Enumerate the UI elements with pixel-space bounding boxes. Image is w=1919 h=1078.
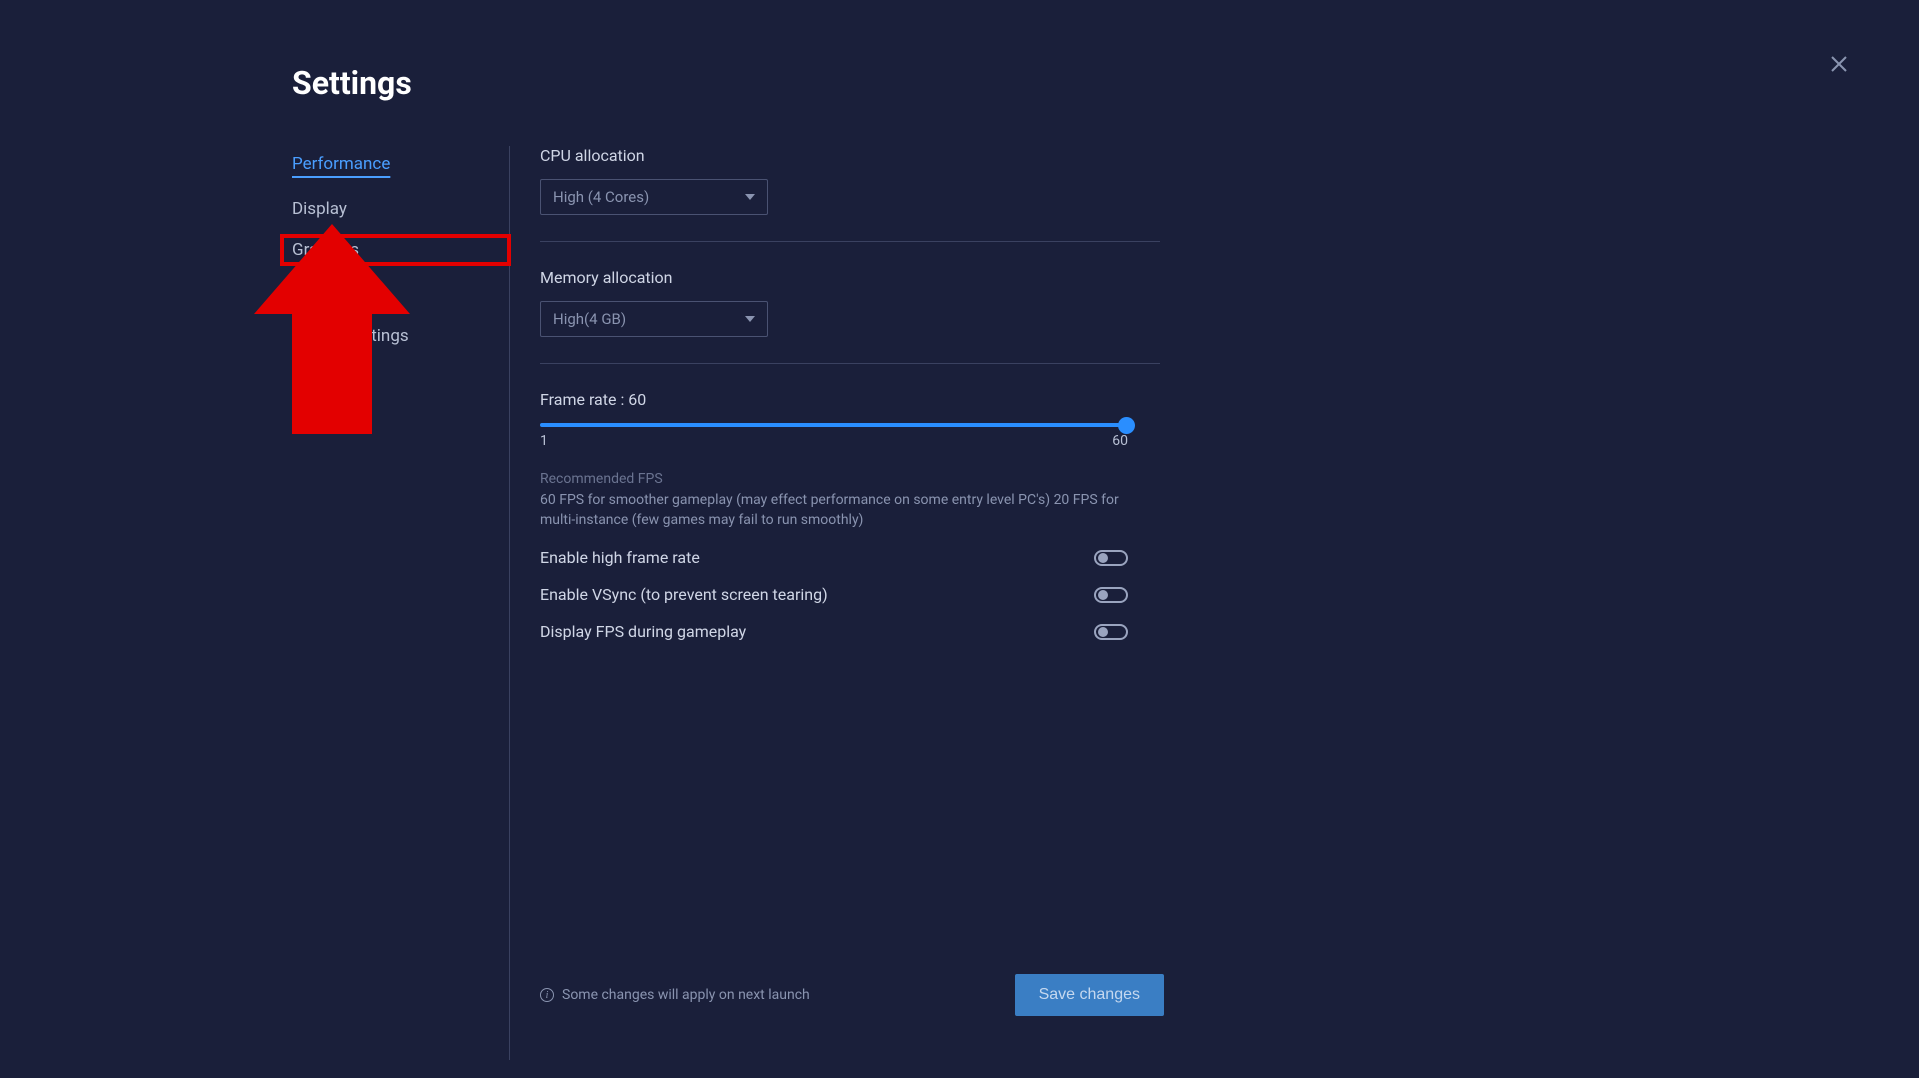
toggle-knob [1098,590,1108,600]
sidebar-item-preferences[interactable]: Preferences [292,273,509,309]
memory-allocation-label: Memory allocation [540,268,1160,287]
info-icon: i [540,988,554,1002]
frame-rate-label: Frame rate : 60 [540,390,1160,409]
cpu-allocation-label: CPU allocation [540,146,1160,165]
save-changes-button[interactable]: Save changes [1015,974,1164,1016]
sidebar-item-label: Preferences [292,281,383,301]
slider-max: 60 [1112,433,1128,449]
cpu-allocation-select[interactable]: High (4 Cores) [540,179,768,215]
toggle-knob [1098,627,1108,637]
frame-rate-slider[interactable] [540,423,1128,427]
toggle-label-high-frame-rate: Enable high frame rate [540,548,700,567]
slider-thumb[interactable] [1118,417,1135,434]
memory-allocation-select[interactable]: High(4 GB) [540,301,768,337]
select-value: High(4 GB) [553,310,626,328]
chevron-down-icon [745,194,755,200]
vertical-divider [509,146,510,1060]
sidebar-item-label: Performance [292,154,390,174]
toggle-label-display-fps: Display FPS during gameplay [540,622,746,641]
toggle-display-fps[interactable] [1094,624,1128,640]
page-title: Settings [292,64,1919,102]
select-value: High (4 Cores) [553,188,649,206]
slider-min: 1 [540,433,548,449]
toggle-knob [1098,553,1108,563]
sidebar-item-label: Device Settings [292,326,409,346]
sidebar-item-performance[interactable]: Performance [292,146,509,182]
sidebar-item-device-settings[interactable]: Device Settings [292,318,509,354]
main-panel: CPU allocation High (4 Cores) Memory all… [540,146,1160,1060]
sidebar-item-label: Graphics [292,240,359,260]
sidebar-item-display[interactable]: Display [292,191,509,227]
sidebar: Performance Display Graphics Preferences… [292,146,509,1060]
toggle-high-frame-rate[interactable] [1094,550,1128,566]
fps-hint-title: Recommended FPS [540,471,1160,487]
toggle-label-vsync: Enable VSync (to prevent screen tearing) [540,585,828,604]
fps-hint-body: 60 FPS for smoother gameplay (may effect… [540,491,1130,530]
close-icon [1830,55,1848,73]
footer-note-text: Some changes will apply on next launch [562,987,810,1003]
sidebar-item-graphics[interactable]: Graphics [282,236,509,264]
close-button[interactable] [1829,54,1849,74]
toggle-vsync[interactable] [1094,587,1128,603]
chevron-down-icon [745,316,755,322]
sidebar-item-label: Display [292,199,347,219]
footer-note: i Some changes will apply on next launch [540,987,810,1003]
